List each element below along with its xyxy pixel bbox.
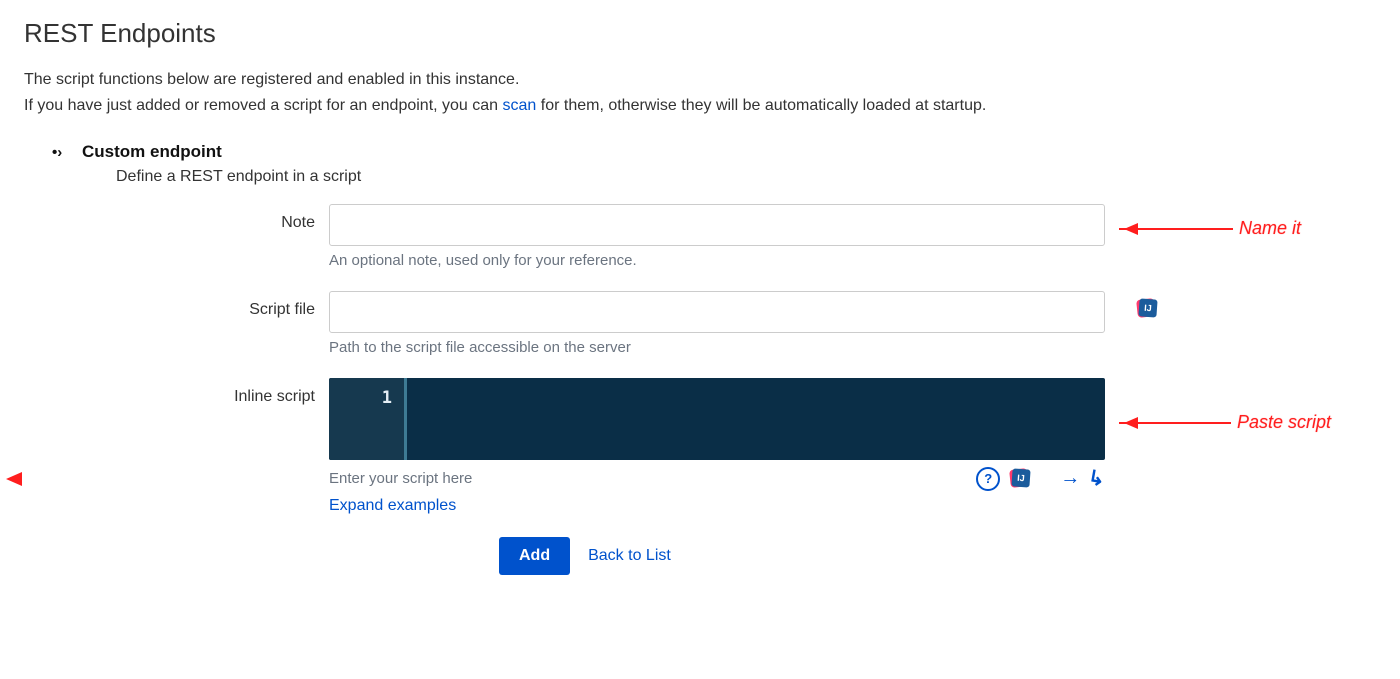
arrow-right-icon[interactable]: → [1060, 467, 1080, 490]
intro-line2-before: If you have just added or removed a scri… [24, 97, 503, 114]
intro-text: The script functions below are registere… [24, 67, 1376, 118]
help-icon[interactable]: ? [976, 467, 1000, 491]
editor-gutter: 1 [329, 378, 407, 460]
inline-script-help: Enter your script here [329, 470, 472, 487]
note-help: An optional note, used only for your ref… [329, 252, 1105, 269]
script-file-label: Script file [24, 291, 329, 319]
endpoint-glyph-icon: •› [52, 142, 82, 161]
inline-script-editor[interactable]: 1 [329, 378, 1105, 460]
annotation-name-it: Name it [1239, 218, 1301, 239]
intellij-badge-icon[interactable] [1008, 467, 1032, 491]
intellij-badge-icon[interactable] [1135, 297, 1159, 321]
expand-examples-link[interactable]: Expand examples [329, 497, 456, 514]
script-file-help: Path to the script file accessible on th… [329, 339, 1105, 356]
back-to-list-link[interactable]: Back to List [588, 547, 671, 565]
add-button[interactable]: Add [499, 537, 570, 575]
intro-line2-after: for them, otherwise they will be automat… [536, 97, 986, 114]
intro-line1: The script functions below are registere… [24, 71, 519, 88]
scan-link[interactable]: scan [503, 97, 537, 114]
note-label: Note [24, 204, 329, 232]
script-file-input[interactable] [329, 291, 1105, 333]
stray-red-arrow-icon [6, 470, 26, 491]
inline-script-label: Inline script [24, 378, 329, 406]
editor-body[interactable] [407, 378, 1105, 460]
annotation-paste-script: Paste script [1237, 412, 1331, 433]
reply-arrow-icon[interactable]: ↲ [1086, 465, 1107, 493]
section-title: Custom endpoint [82, 142, 222, 162]
page-title: REST Endpoints [24, 18, 1376, 49]
note-input[interactable] [329, 204, 1105, 246]
section-subtitle: Define a REST endpoint in a script [116, 168, 1376, 186]
